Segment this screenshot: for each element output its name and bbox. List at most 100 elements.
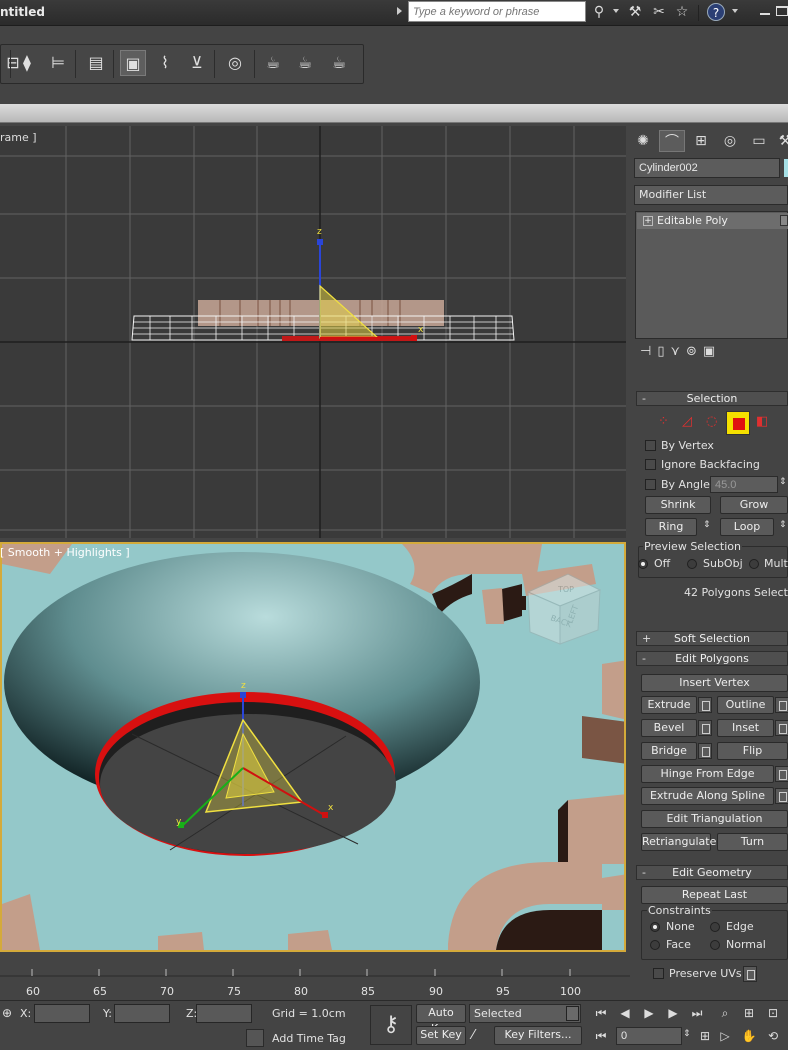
preview-subobj-radio[interactable] xyxy=(687,559,697,569)
by-vertex-checkbox[interactable] xyxy=(645,440,656,451)
modify-tab-icon[interactable]: ⌒ xyxy=(659,130,685,152)
constraint-normal-radio[interactable] xyxy=(710,940,720,950)
hinge-from-edge-button[interactable]: Hinge From Edge xyxy=(641,765,774,783)
time-tag-icon[interactable] xyxy=(246,1029,264,1047)
loop-spinner-icon[interactable]: ⇕ xyxy=(779,520,787,530)
preserve-uvs-checkbox[interactable] xyxy=(653,968,664,979)
rendered-frame-window-icon[interactable]: ☕ xyxy=(292,50,318,76)
set-key-icon[interactable]: ⚷ xyxy=(370,1005,412,1045)
render-setup-icon[interactable]: ☕ xyxy=(260,50,286,76)
inset-button[interactable]: Inset xyxy=(717,719,774,737)
front-viewport[interactable]: z x xyxy=(0,126,626,538)
search-expand-arrow-icon[interactable] xyxy=(397,7,402,15)
scene-explorer-icon[interactable]: ▣ xyxy=(120,50,146,76)
pan-view-icon[interactable]: ✋ xyxy=(740,1027,758,1045)
retriangulate-button[interactable]: Retriangulate xyxy=(641,833,716,851)
outline-settings-icon[interactable] xyxy=(775,697,788,713)
edit-polygons-rollout-header[interactable]: - Edit Polygons xyxy=(636,651,788,666)
go-to-end-icon[interactable]: ⏭ xyxy=(688,1004,706,1022)
chevron-down-icon[interactable] xyxy=(613,9,619,13)
shrink-button[interactable]: Shrink xyxy=(645,496,711,514)
expand-icon[interactable]: + xyxy=(643,216,653,226)
make-unique-icon[interactable]: ⋎ xyxy=(670,344,686,359)
x-coord-field[interactable] xyxy=(34,1004,90,1023)
constraint-face-radio[interactable] xyxy=(650,940,660,950)
schematic-view-icon[interactable]: ⊻ xyxy=(184,50,210,76)
go-to-start-icon[interactable]: ⏮ xyxy=(592,1004,610,1022)
ignore-backfacing-checkbox[interactable] xyxy=(645,459,656,470)
preview-off-radio[interactable] xyxy=(638,559,648,569)
pin-stack-icon[interactable]: ⊣ xyxy=(640,344,657,359)
bridge-button[interactable]: Bridge xyxy=(641,742,697,760)
vertex-mode-icon[interactable]: ⁘ xyxy=(658,414,669,429)
outline-button[interactable]: Outline xyxy=(717,696,774,714)
loop-button[interactable]: Loop xyxy=(720,518,774,536)
preview-multi-radio[interactable] xyxy=(749,559,759,569)
zoom-extents-icon[interactable]: ⊡ xyxy=(764,1004,782,1022)
help-icon[interactable]: ? xyxy=(707,3,725,21)
hierarchy-tab-icon[interactable]: ⊞ xyxy=(688,130,714,152)
remove-modifier-icon[interactable]: ⊚ xyxy=(686,344,703,359)
by-angle-checkbox[interactable] xyxy=(645,479,656,490)
chevron-down-icon[interactable] xyxy=(732,9,738,13)
hinge-settings-icon[interactable] xyxy=(775,766,788,782)
play-icon[interactable]: ▶ xyxy=(640,1004,658,1022)
inset-settings-icon[interactable] xyxy=(775,720,788,736)
auto-key-button[interactable]: Auto Key xyxy=(416,1004,466,1035)
perspective-viewport[interactable]: z x y BACK LEFT TOP xyxy=(0,542,626,952)
bevel-button[interactable]: Bevel xyxy=(641,719,697,737)
current-frame-field[interactable] xyxy=(616,1027,682,1045)
render-production-icon[interactable]: ☕ xyxy=(326,50,352,76)
curve-editor-icon[interactable]: ⌇ xyxy=(152,50,178,76)
timeline-track[interactable]: 60 65 70 75 80 85 90 95 100 xyxy=(0,954,630,1000)
mirror-icon[interactable]: ⧫ xyxy=(14,50,40,76)
polygon-mode-icon[interactable] xyxy=(726,411,750,435)
communication-center-icon[interactable]: ✂ xyxy=(650,3,668,21)
spinner-arrows-icon[interactable]: ⇕ xyxy=(779,477,787,487)
object-color-swatch[interactable] xyxy=(784,159,788,177)
selection-rollout-header[interactable]: - Selection xyxy=(636,391,788,406)
turn-button[interactable]: Turn xyxy=(717,833,788,851)
layer-manager-icon[interactable]: ▤ xyxy=(83,50,109,76)
flip-button[interactable]: Flip xyxy=(717,742,788,760)
front-viewport-label[interactable]: rame ] xyxy=(0,131,37,144)
ribbon-strip[interactable] xyxy=(0,104,788,123)
z-coord-field[interactable] xyxy=(196,1004,252,1023)
key-filters-button[interactable]: Key Filters... xyxy=(494,1026,582,1045)
repeat-last-button[interactable]: Repeat Last xyxy=(641,886,788,904)
show-end-result-icon[interactable]: ▯ xyxy=(657,344,670,359)
extrude-spline-settings-icon[interactable] xyxy=(775,788,788,804)
element-mode-icon[interactable]: ◧ xyxy=(756,414,768,429)
stack-item-editable-poly[interactable]: Editable Poly xyxy=(637,213,788,229)
object-name-field[interactable] xyxy=(634,158,780,178)
add-time-tag-button[interactable]: Add Time Tag xyxy=(272,1032,346,1045)
zoom-icon[interactable]: ⌕ xyxy=(716,1004,734,1022)
edge-mode-icon[interactable]: ◿ xyxy=(682,414,692,429)
frame-spinner-icon[interactable]: ⇕ xyxy=(683,1029,691,1039)
constraint-edge-radio[interactable] xyxy=(710,922,720,932)
edit-triangulation-button[interactable]: Edit Triangulation xyxy=(641,810,788,828)
zoom-all-icon[interactable]: ⊞ xyxy=(740,1004,758,1022)
chevron-down-icon[interactable] xyxy=(566,1006,579,1021)
modifier-list-dropdown[interactable]: Modifier List xyxy=(634,185,788,205)
preserve-uvs-settings-icon[interactable] xyxy=(743,966,757,982)
create-tab-icon[interactable]: ✺ xyxy=(630,130,656,152)
extrude-along-spline-button[interactable]: Extrude Along Spline xyxy=(641,787,774,805)
favorites-star-icon[interactable]: ☆ xyxy=(673,3,691,21)
edit-geometry-rollout-header[interactable]: - Edit Geometry xyxy=(636,865,788,880)
search-input[interactable] xyxy=(408,1,586,22)
field-of-view-icon[interactable]: ▷ xyxy=(716,1027,734,1045)
utilities-tab-icon[interactable]: ⚒ xyxy=(772,130,788,152)
bridge-settings-icon[interactable] xyxy=(698,743,712,759)
binoculars-icon[interactable]: ⚲ xyxy=(590,3,608,21)
extrude-button[interactable]: Extrude xyxy=(641,696,697,714)
absolute-mode-icon[interactable]: ⊕ xyxy=(2,1006,12,1020)
orbit-icon[interactable]: ⟲ xyxy=(764,1027,782,1045)
tools-icon[interactable]: ⚒ xyxy=(626,3,644,21)
next-frame-icon[interactable]: ▶ xyxy=(664,1004,682,1022)
time-configuration-icon[interactable]: ⊞ xyxy=(696,1027,714,1045)
grow-button[interactable]: Grow xyxy=(720,496,788,514)
previous-frame-icon[interactable]: ◀ xyxy=(616,1004,634,1022)
set-key-button[interactable]: Set Key xyxy=(416,1026,466,1045)
border-mode-icon[interactable]: ◌ xyxy=(706,414,717,429)
